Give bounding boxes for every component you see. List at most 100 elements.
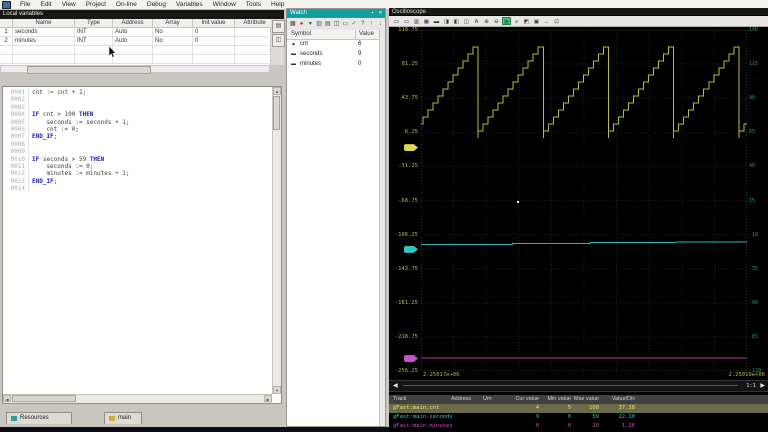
code-line[interactable]: 0009 — [3, 148, 272, 156]
empty-cell[interactable] — [113, 55, 153, 64]
column-address[interactable]: Address — [113, 19, 153, 28]
variable-array-cell[interactable]: No — [153, 37, 193, 46]
grid-view-icon[interactable]: ▤ — [272, 20, 285, 33]
variables-horizontal-scrollbar[interactable] — [0, 65, 270, 74]
column-cur-value[interactable]: Cur value — [507, 395, 539, 404]
save-trace-icon[interactable]: ▥ — [412, 17, 421, 25]
code-line[interactable]: 0006 cnt := 0; — [3, 125, 272, 134]
editor-horizontal-scrollbar[interactable]: ◀ ▶ — [3, 394, 272, 403]
run-monitor-icon[interactable]: ▦ — [502, 17, 511, 25]
variable-init-cell[interactable]: 0 — [193, 37, 235, 46]
pin-icon[interactable]: ▪ — [369, 10, 376, 17]
scroll-up-icon[interactable]: ▲ — [273, 87, 281, 95]
variable-init-cell[interactable]: 0 — [193, 28, 235, 37]
insert-variable-icon[interactable]: ▥ — [315, 20, 323, 29]
watch-row[interactable]: ▬ seconds 9 — [287, 49, 380, 59]
code-line[interactable]: 0007 END_IF; — [3, 133, 272, 141]
auto-scale-icon[interactable]: A — [472, 17, 481, 25]
scroll-right-icon[interactable]: ▶ — [760, 382, 765, 390]
zoom-y-icon[interactable]: ◧ — [452, 17, 461, 25]
open-trace-icon[interactable]: ▭ — [402, 17, 411, 25]
empty-cell[interactable] — [75, 46, 113, 55]
variable-name-cell[interactable]: seconds — [13, 28, 75, 37]
code-line[interactable]: 0002 — [3, 96, 272, 104]
menu-online[interactable]: On-line — [111, 1, 142, 8]
empty-cell[interactable] — [153, 46, 193, 55]
variable-type-cell[interactable]: INT — [75, 28, 113, 37]
variable-address-cell[interactable]: Auto — [113, 37, 153, 46]
track-row[interactable]: @Fast:main.cnt 4 5 100 37.38 — [389, 404, 768, 413]
tab-main[interactable]: main — [104, 412, 142, 424]
variable-array-cell[interactable]: No — [153, 28, 193, 37]
menu-edit[interactable]: Edit — [35, 1, 56, 8]
scrollbar-thumb[interactable] — [12, 395, 76, 402]
menu-view[interactable]: View — [57, 1, 81, 8]
st-code-editor[interactable]: 0001 cnt := cnt + 1; 0002 0003 0004 IF cnt > … — [2, 86, 282, 404]
close-icon[interactable]: ✕ — [377, 10, 384, 17]
code-line[interactable]: 0013 END_IF; — [3, 177, 272, 186]
empty-cell[interactable] — [235, 46, 275, 55]
menu-project[interactable]: Project — [81, 1, 111, 8]
zoom-in-icon[interactable]: ⊕ — [482, 17, 491, 25]
tab-resources[interactable]: Resources — [6, 412, 72, 424]
watch-row[interactable]: ▲ cnt 6 — [287, 39, 380, 49]
apply-icon[interactable]: ✓ — [350, 20, 358, 29]
list-icon[interactable]: ≡ — [512, 17, 521, 25]
menu-variables[interactable]: Variables — [171, 1, 208, 8]
empty-cell[interactable] — [75, 55, 113, 64]
code-line[interactable]: 0012 minutes := minutes + 1; — [3, 170, 272, 178]
column-type[interactable]: Type — [75, 19, 113, 28]
zoom-x-icon[interactable]: ◨ — [442, 17, 451, 25]
variable-attr-cell[interactable] — [235, 37, 275, 46]
snapshot-icon[interactable]: ⊡ — [552, 17, 561, 25]
column-max-value[interactable]: Max value — [573, 395, 599, 404]
help-icon[interactable]: ? — [359, 20, 367, 29]
scroll-left-icon[interactable]: ◀ — [3, 395, 11, 402]
empty-cell[interactable] — [13, 46, 75, 55]
menu-window[interactable]: Window — [208, 1, 241, 8]
code-line[interactable]: 0003 — [3, 103, 272, 112]
empty-cell[interactable] — [13, 55, 75, 64]
panel-icon[interactable]: ▭ — [341, 20, 349, 29]
scope-time-scrollbar[interactable]: ◀ 1:1 ▶ — [389, 380, 768, 392]
minutes-zero-marker[interactable] — [404, 355, 418, 363]
variable-address-cell[interactable]: Auto — [113, 28, 153, 37]
scrollbar-thumb[interactable] — [273, 96, 280, 130]
columns-icon[interactable]: ◫ — [333, 20, 341, 29]
track-row[interactable]: @Fast:main.seconds 9 0 59 22.10 — [389, 413, 768, 422]
cnt-zero-marker[interactable] — [404, 144, 418, 152]
variable-name-cell[interactable]: minutes — [13, 37, 75, 46]
empty-cell[interactable] — [0, 46, 13, 55]
watch-grid-icon[interactable]: ▦ — [289, 20, 297, 29]
scope-canvas[interactable] — [421, 30, 747, 371]
scroll-right-icon[interactable]: ▶ — [264, 395, 272, 402]
watch-row[interactable]: ▬ minutes 0 — [287, 59, 380, 69]
pan-icon[interactable]: ↔ — [542, 17, 551, 25]
column-attribute[interactable]: Attribute — [235, 19, 275, 28]
column-array[interactable]: Array — [153, 19, 193, 28]
code-line[interactable]: 0004 IF cnt > 100 THEN — [3, 111, 272, 119]
code-line[interactable]: 0005 seconds := seconds + 1; — [3, 118, 272, 126]
dropdown-icon[interactable]: ▾ — [306, 20, 314, 29]
local-variables-grid[interactable]: Name Type Address Array Init value Attribute 1… — [0, 19, 278, 65]
zoom-window-icon[interactable]: ◫ — [462, 17, 471, 25]
empty-cell[interactable] — [193, 46, 235, 55]
empty-cell[interactable] — [0, 55, 13, 64]
column-value-div[interactable]: Value/Div — [601, 395, 635, 404]
edit-cell-icon[interactable]: ◫ — [272, 34, 285, 47]
scrollbar-thumb[interactable] — [27, 66, 151, 74]
editor-vertical-scrollbar[interactable]: ▲ ▼ — [272, 87, 281, 394]
split-icon[interactable]: ◩ — [522, 17, 531, 25]
empty-cell[interactable] — [113, 46, 153, 55]
menu-file[interactable]: File — [15, 1, 35, 8]
empty-cell[interactable] — [153, 55, 193, 64]
layout-icon[interactable]: ▤ — [324, 20, 332, 29]
empty-cell[interactable] — [235, 55, 275, 64]
cursor-tool-icon[interactable]: ▬ — [432, 17, 441, 25]
column-name[interactable]: Name — [13, 19, 75, 28]
code-line[interactable]: 0014 — [3, 185, 272, 193]
stop-monitor-icon[interactable]: ● — [298, 20, 306, 29]
move-down-icon[interactable]: ↓ — [376, 20, 384, 29]
column-address[interactable]: Address — [451, 395, 471, 404]
column-track[interactable]: Track — [393, 395, 407, 404]
